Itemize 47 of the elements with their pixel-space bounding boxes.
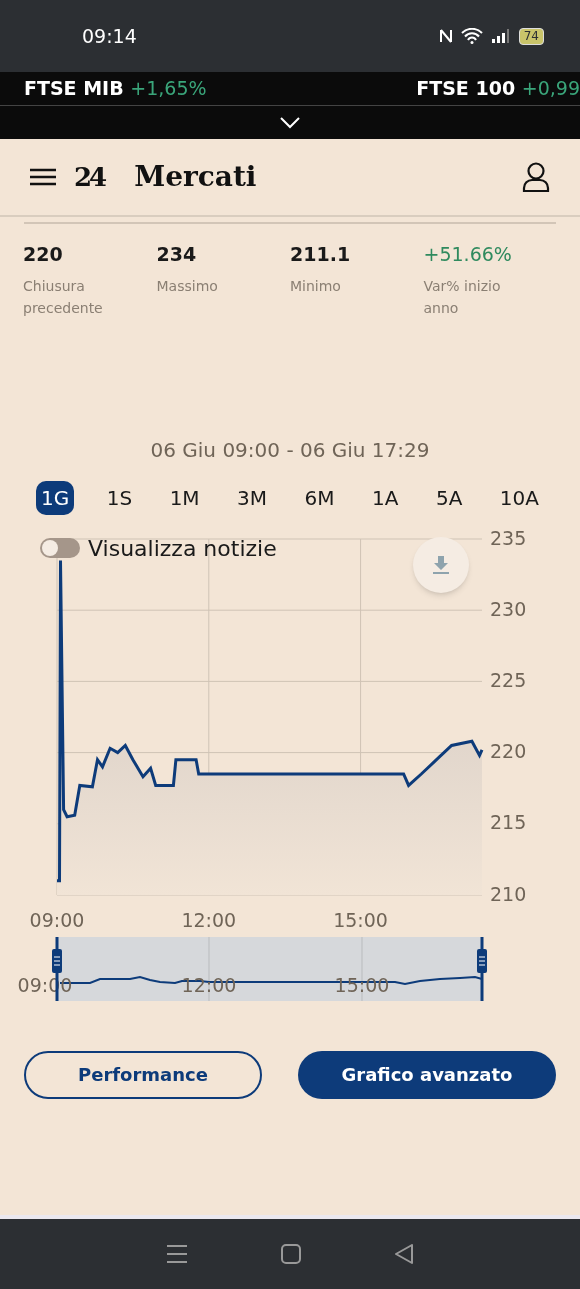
recents-icon[interactable] [166,1244,189,1264]
status-time: 09:14 [82,23,137,49]
menu-icon[interactable] [30,168,56,186]
stat-label: Minimo [290,276,342,296]
wifi-icon [460,28,483,44]
stat-value: 234 [156,242,198,267]
nfc-icon [438,28,453,44]
y-axis-label: 235 [490,526,527,548]
news-toggle[interactable] [40,538,80,558]
home-icon[interactable] [281,1244,301,1264]
battery-indicator: 74 [518,27,544,45]
stat-label: Var% inizio anno [423,276,502,318]
period-tab[interactable]: 6M [299,480,340,515]
range-handle-icon[interactable] [476,936,488,1001]
period-tab[interactable]: 1A [367,480,404,515]
period-tab[interactable]: 5A [430,480,468,515]
page-title: Mercati [134,159,257,195]
period-tab[interactable]: 1M [164,480,205,515]
period-tab[interactable]: 1S [101,480,138,515]
y-axis-label: 210 [490,882,527,904]
action-button[interactable]: Performance [24,1050,262,1099]
back-icon[interactable] [393,1244,414,1264]
period-tab[interactable]: 10A [494,480,544,515]
stat-value: +51.66% [423,242,513,267]
ticker-item[interactable]: FTSE 100 +0,99 [416,74,580,103]
period-tab[interactable]: 1G [36,480,75,515]
action-button[interactable]: Grafico avanzato [298,1050,556,1099]
y-axis-label: 225 [490,668,527,691]
stat-value: 220 [23,242,64,267]
logo[interactable]: 24 [74,157,105,197]
toggle-label: Visualizza notizie [88,534,277,563]
y-axis-label: 230 [490,597,527,620]
x-axis-label: 15:00 [333,908,388,931]
date-range: 06 Giu 09:00 - 06 Giu 17:29 [149,436,431,464]
chevron-down-icon[interactable] [279,115,301,130]
user-icon[interactable] [522,162,550,192]
stat-value: 211.1 [290,242,352,267]
x-axis-label: 09:00 [29,908,85,931]
ticker-item[interactable]: FTSE MIB +1,65% [24,74,207,103]
y-axis-label: 220 [490,739,527,762]
y-axis-label: 215 [490,810,527,833]
period-tab[interactable]: 3M [232,480,273,515]
download-icon [431,554,451,575]
x-axis-label: 12:00 [181,908,237,931]
signal-icon [490,28,511,44]
stat-label: Massimo [156,276,219,296]
stat-label: Chiusura precedente [23,276,104,318]
